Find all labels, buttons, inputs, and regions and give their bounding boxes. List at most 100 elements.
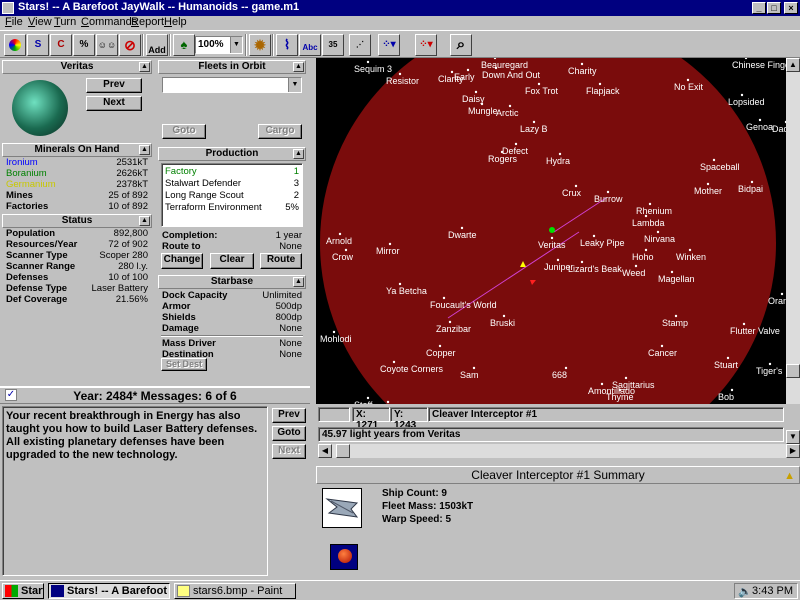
- planet-dot[interactable]: [556, 258, 560, 262]
- taskbar-paint-app[interactable]: stars6.bmp - Paint: [174, 583, 296, 599]
- planet-dot[interactable]: [460, 226, 464, 230]
- planet-dot[interactable]: [768, 362, 772, 366]
- planet-label[interactable]: Stuart: [714, 360, 739, 370]
- planet-label[interactable]: Genoa: [746, 122, 773, 132]
- planet-label[interactable]: Rhenium: [636, 206, 672, 216]
- planet-dot[interactable]: [656, 230, 660, 234]
- minimize-button[interactable]: _: [752, 2, 766, 14]
- planet-label[interactable]: Crux: [562, 188, 582, 198]
- fleet-paths-icon[interactable]: ⌇: [276, 34, 298, 56]
- planet-dot[interactable]: [474, 90, 478, 94]
- find-magnifier-icon[interactable]: ⌕: [450, 34, 472, 56]
- scroll-down-icon[interactable]: ▼: [786, 430, 800, 444]
- planet-label[interactable]: Fox Trot: [525, 86, 559, 96]
- planet-label[interactable]: Nirvana: [644, 234, 675, 244]
- planet-label[interactable]: Bruski: [490, 318, 515, 328]
- planet-dot[interactable]: [537, 82, 541, 86]
- planet-dot[interactable]: [648, 202, 652, 206]
- planet-dot[interactable]: [598, 82, 602, 86]
- planet-dot[interactable]: [388, 242, 392, 246]
- population-view-icon[interactable]: ☺☺: [96, 34, 118, 56]
- planet-dot[interactable]: [494, 66, 498, 70]
- menu-view[interactable]: View: [28, 16, 52, 28]
- planet-label[interactable]: Thyme: [606, 392, 634, 402]
- planet-names-icon[interactable]: ♠: [173, 34, 195, 56]
- planet-dot[interactable]: [332, 330, 336, 334]
- planet-dot[interactable]: [606, 190, 610, 194]
- planet-label[interactable]: Weed: [622, 268, 645, 278]
- planet-dot[interactable]: [706, 182, 710, 186]
- scroll-right-icon[interactable]: ▶: [786, 444, 800, 458]
- planet-dot[interactable]: [674, 314, 678, 318]
- close-button[interactable]: ×: [784, 2, 798, 14]
- planet-label[interactable]: Flapjack: [586, 86, 620, 96]
- scanner-gear-icon[interactable]: ✹: [249, 34, 271, 56]
- message-next-button[interactable]: Next: [272, 444, 306, 459]
- planet-next-button[interactable]: Next: [86, 96, 142, 111]
- planet-dot[interactable]: [508, 104, 512, 108]
- planet-label[interactable]: Dwarte: [448, 230, 477, 240]
- map-horizontal-scrollbar[interactable]: ◀ ▶: [318, 444, 800, 458]
- planet-dot[interactable]: [686, 78, 690, 82]
- planet-dot[interactable]: [438, 344, 442, 348]
- planet-dot[interactable]: [670, 270, 674, 274]
- planet-label[interactable]: Hoho: [632, 252, 654, 262]
- queue-item[interactable]: Stalwart Defender 3: [165, 178, 299, 189]
- collapse-icon[interactable]: ▲: [293, 149, 304, 159]
- planet-label[interactable]: Coyote Corners: [380, 364, 444, 374]
- planet-dot[interactable]: [366, 396, 370, 400]
- maximize-button[interactable]: □: [767, 2, 781, 14]
- add-waypoint-button[interactable]: Add: [146, 34, 168, 56]
- planet-label[interactable]: Mirror: [376, 246, 400, 256]
- planet-label[interactable]: Mother: [694, 186, 722, 196]
- planet-dot[interactable]: [344, 248, 348, 252]
- concentration-view-icon[interactable]: C: [50, 34, 72, 56]
- planet-dot[interactable]: [532, 120, 536, 124]
- collapse-icon[interactable]: ▲: [139, 62, 150, 72]
- planet-label[interactable]: Lambda: [632, 218, 665, 228]
- planet-dot[interactable]: [392, 360, 396, 364]
- collapse-icon[interactable]: ▲: [293, 277, 304, 287]
- planet-label[interactable]: 668: [552, 370, 567, 380]
- route-button[interactable]: Route: [260, 253, 302, 269]
- planet-dot[interactable]: [574, 184, 578, 188]
- message-prev-button[interactable]: Prev: [272, 408, 306, 423]
- selected-fleet-marker[interactable]: [549, 227, 555, 233]
- idle-fleets-icon[interactable]: ⋰: [349, 34, 371, 56]
- menu-help[interactable]: Help: [164, 16, 187, 28]
- planet-dot[interactable]: [660, 344, 664, 348]
- planet-label[interactable]: Stamp: [662, 318, 688, 328]
- planet-label[interactable]: Tiger's: [756, 366, 783, 376]
- planet-label[interactable]: Resistor: [386, 76, 419, 86]
- planet-dot[interactable]: [514, 142, 518, 146]
- planet-dot[interactable]: [366, 60, 370, 64]
- planet-label[interactable]: Beauregard: [481, 60, 528, 70]
- menu-report[interactable]: Report: [131, 16, 164, 28]
- planet-label[interactable]: Crow: [332, 252, 354, 262]
- planet-label[interactable]: Mohlodi: [320, 334, 352, 344]
- percent-view-icon[interactable]: %: [73, 34, 95, 56]
- scroll-thumb[interactable]: [786, 364, 800, 378]
- collapse-icon[interactable]: ▲: [784, 468, 795, 484]
- planet-label[interactable]: Clarity: [438, 74, 464, 84]
- queue-item[interactable]: Long Range Scout 2: [165, 190, 299, 201]
- planet-label[interactable]: Spaceball: [700, 162, 740, 172]
- planet-dot[interactable]: [580, 260, 584, 264]
- planet-label[interactable]: Lopsided: [728, 97, 765, 107]
- planet-label[interactable]: Lizard's Beak: [568, 264, 622, 274]
- normal-view-icon[interactable]: [4, 34, 26, 56]
- planet-dot[interactable]: [472, 366, 476, 370]
- planet-label[interactable]: Magellan: [658, 274, 695, 284]
- planet-label[interactable]: Bidpai: [738, 184, 763, 194]
- menu-file[interactable]: File: [5, 16, 23, 28]
- star-map-canvas[interactable]: Sequim 3ResistorBeauregardEarly Down And …: [316, 58, 786, 404]
- planet-label[interactable]: Flutter Valve: [730, 326, 780, 336]
- collapse-icon[interactable]: ▲: [139, 145, 150, 155]
- planet-label[interactable]: Rogers: [488, 154, 518, 164]
- planet-dot[interactable]: [618, 388, 622, 392]
- planet-dot[interactable]: [338, 232, 342, 236]
- planet-label[interactable]: Sequim 3: [354, 64, 392, 74]
- planet-dot[interactable]: [550, 236, 554, 240]
- planet-dot[interactable]: [758, 118, 762, 122]
- planet-dot[interactable]: [644, 214, 648, 218]
